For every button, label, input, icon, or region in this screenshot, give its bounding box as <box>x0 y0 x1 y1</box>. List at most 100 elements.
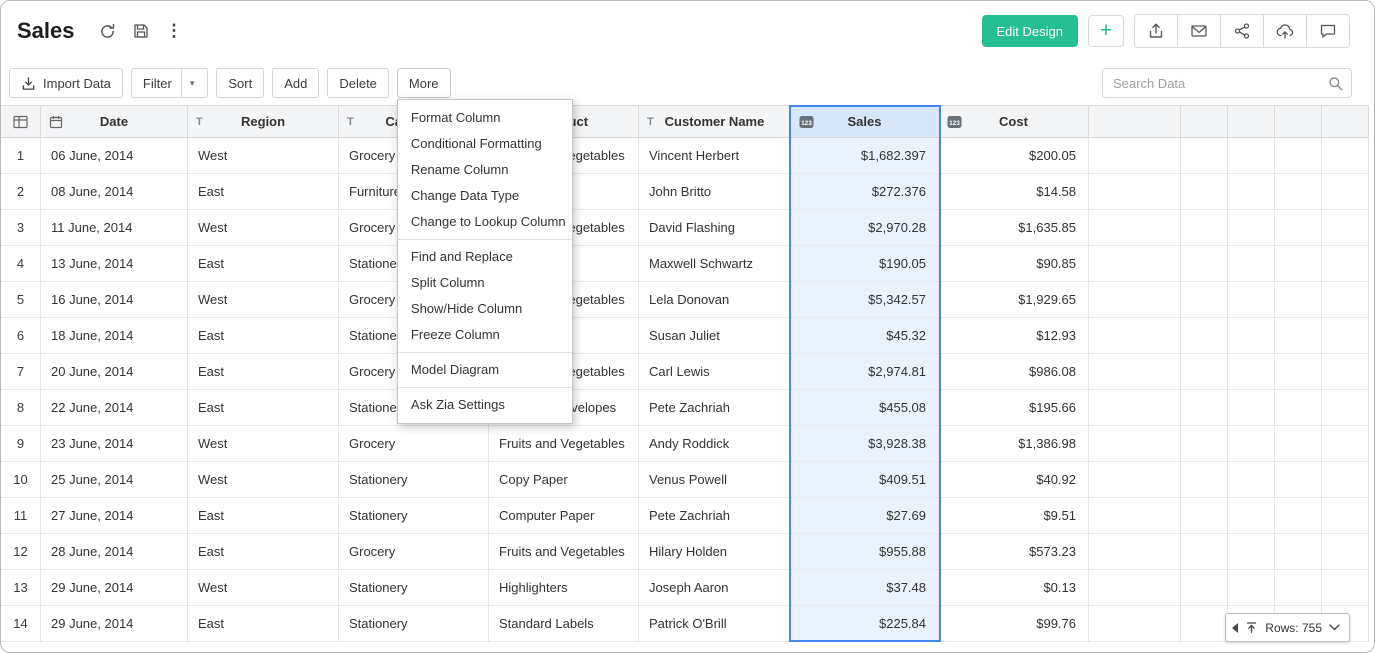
cell-category[interactable]: Stationery <box>339 606 489 642</box>
row-number[interactable]: 11 <box>1 498 41 534</box>
add-button[interactable]: Add <box>272 68 319 98</box>
add-new-button[interactable]: + <box>1088 15 1124 47</box>
cell-product[interactable]: Fruits and Vegetables <box>489 426 639 462</box>
cell-empty[interactable] <box>1275 174 1322 210</box>
row-number[interactable]: 3 <box>1 210 41 246</box>
cell-region[interactable]: East <box>188 354 339 390</box>
cell-cost[interactable]: $573.23 <box>939 534 1089 570</box>
cell-cost[interactable]: $200.05 <box>939 138 1089 174</box>
menu-item-rename-column[interactable]: Rename Column <box>398 157 572 183</box>
row-number[interactable]: 10 <box>1 462 41 498</box>
cell-empty[interactable] <box>1322 318 1369 354</box>
row-number[interactable]: 2 <box>1 174 41 210</box>
cell-sales[interactable]: $5,342.57 <box>791 282 939 318</box>
cell-empty[interactable] <box>1089 318 1181 354</box>
cell-region[interactable]: West <box>188 210 339 246</box>
cell-empty[interactable] <box>1089 606 1181 642</box>
column-header-empty[interactable] <box>1228 105 1275 138</box>
cell-empty[interactable] <box>1322 138 1369 174</box>
cell-empty[interactable] <box>1228 174 1275 210</box>
column-header-sales[interactable]: 123Sales <box>791 105 939 138</box>
cell-empty[interactable] <box>1322 282 1369 318</box>
publish-icon[interactable] <box>1263 14 1307 48</box>
cell-date[interactable]: 28 June, 2014 <box>41 534 188 570</box>
cell-empty[interactable] <box>1228 318 1275 354</box>
cell-customer-name[interactable]: John Britto <box>639 174 791 210</box>
cell-empty[interactable] <box>1089 426 1181 462</box>
cell-empty[interactable] <box>1228 354 1275 390</box>
refresh-icon[interactable] <box>99 23 116 40</box>
cell-cost[interactable]: $12.93 <box>939 318 1089 354</box>
search-input[interactable] <box>1102 68 1352 98</box>
menu-item-change-data-type[interactable]: Change Data Type <box>398 183 572 209</box>
cell-empty[interactable] <box>1181 174 1228 210</box>
cell-date[interactable]: 27 June, 2014 <box>41 498 188 534</box>
cell-empty[interactable] <box>1181 246 1228 282</box>
filter-button[interactable]: Filter ▾ <box>131 68 208 98</box>
menu-item-model-diagram[interactable]: Model Diagram <box>398 357 572 383</box>
cell-cost[interactable]: $1,386.98 <box>939 426 1089 462</box>
cell-region[interactable]: East <box>188 606 339 642</box>
edit-design-button[interactable]: Edit Design <box>982 15 1078 47</box>
cell-empty[interactable] <box>1089 498 1181 534</box>
cell-customer-name[interactable]: Carl Lewis <box>639 354 791 390</box>
cell-empty[interactable] <box>1275 138 1322 174</box>
menu-item-freeze-column[interactable]: Freeze Column <box>398 322 572 348</box>
row-number[interactable]: 6 <box>1 318 41 354</box>
cell-empty[interactable] <box>1322 174 1369 210</box>
cell-region[interactable]: East <box>188 534 339 570</box>
cell-empty[interactable] <box>1322 426 1369 462</box>
cell-sales[interactable]: $272.376 <box>791 174 939 210</box>
cell-customer-name[interactable]: Susan Juliet <box>639 318 791 354</box>
cell-cost[interactable]: $0.13 <box>939 570 1089 606</box>
cell-empty[interactable] <box>1228 210 1275 246</box>
cell-empty[interactable] <box>1228 462 1275 498</box>
cell-empty[interactable] <box>1181 462 1228 498</box>
cell-cost[interactable]: $90.85 <box>939 246 1089 282</box>
comment-icon[interactable] <box>1306 14 1350 48</box>
cell-empty[interactable] <box>1089 462 1181 498</box>
export-icon[interactable] <box>1134 14 1178 48</box>
column-header-cost[interactable]: 123Cost <box>939 105 1089 138</box>
cell-customer-name[interactable]: Venus Powell <box>639 462 791 498</box>
cell-sales[interactable]: $3,928.38 <box>791 426 939 462</box>
cell-cost[interactable]: $986.08 <box>939 354 1089 390</box>
cell-sales[interactable]: $409.51 <box>791 462 939 498</box>
cell-sales[interactable]: $2,974.81 <box>791 354 939 390</box>
column-header-empty[interactable] <box>1089 105 1181 138</box>
cell-date[interactable]: 11 June, 2014 <box>41 210 188 246</box>
cell-empty[interactable] <box>1275 354 1322 390</box>
cell-empty[interactable] <box>1181 390 1228 426</box>
row-number[interactable]: 9 <box>1 426 41 462</box>
cell-empty[interactable] <box>1089 174 1181 210</box>
cell-category[interactable]: Stationery <box>339 570 489 606</box>
row-number[interactable]: 12 <box>1 534 41 570</box>
row-number[interactable]: 13 <box>1 570 41 606</box>
cell-empty[interactable] <box>1275 426 1322 462</box>
cell-region[interactable]: East <box>188 318 339 354</box>
share-icon[interactable] <box>1220 14 1264 48</box>
column-header-empty[interactable] <box>1322 105 1369 138</box>
row-number[interactable]: 14 <box>1 606 41 642</box>
cell-date[interactable]: 06 June, 2014 <box>41 138 188 174</box>
cell-date[interactable]: 08 June, 2014 <box>41 174 188 210</box>
cell-customer-name[interactable]: Maxwell Schwartz <box>639 246 791 282</box>
cell-empty[interactable] <box>1322 390 1369 426</box>
menu-item-ask-zia-settings[interactable]: Ask Zia Settings <box>398 392 572 418</box>
cell-cost[interactable]: $1,635.85 <box>939 210 1089 246</box>
menu-item-change-to-lookup-column[interactable]: Change to Lookup Column <box>398 209 572 235</box>
cell-empty[interactable] <box>1181 426 1228 462</box>
cell-customer-name[interactable]: Joseph Aaron <box>639 570 791 606</box>
cell-sales[interactable]: $225.84 <box>791 606 939 642</box>
cell-date[interactable]: 25 June, 2014 <box>41 462 188 498</box>
row-number[interactable]: 7 <box>1 354 41 390</box>
cell-empty[interactable] <box>1228 246 1275 282</box>
cell-product[interactable]: Fruits and Vegetables <box>489 534 639 570</box>
cell-empty[interactable] <box>1181 138 1228 174</box>
menu-item-show-hide-column[interactable]: Show/Hide Column <box>398 296 572 322</box>
cell-empty[interactable] <box>1322 498 1369 534</box>
cell-empty[interactable] <box>1089 570 1181 606</box>
cell-empty[interactable] <box>1089 210 1181 246</box>
cell-region[interactable]: West <box>188 138 339 174</box>
cell-empty[interactable] <box>1089 390 1181 426</box>
